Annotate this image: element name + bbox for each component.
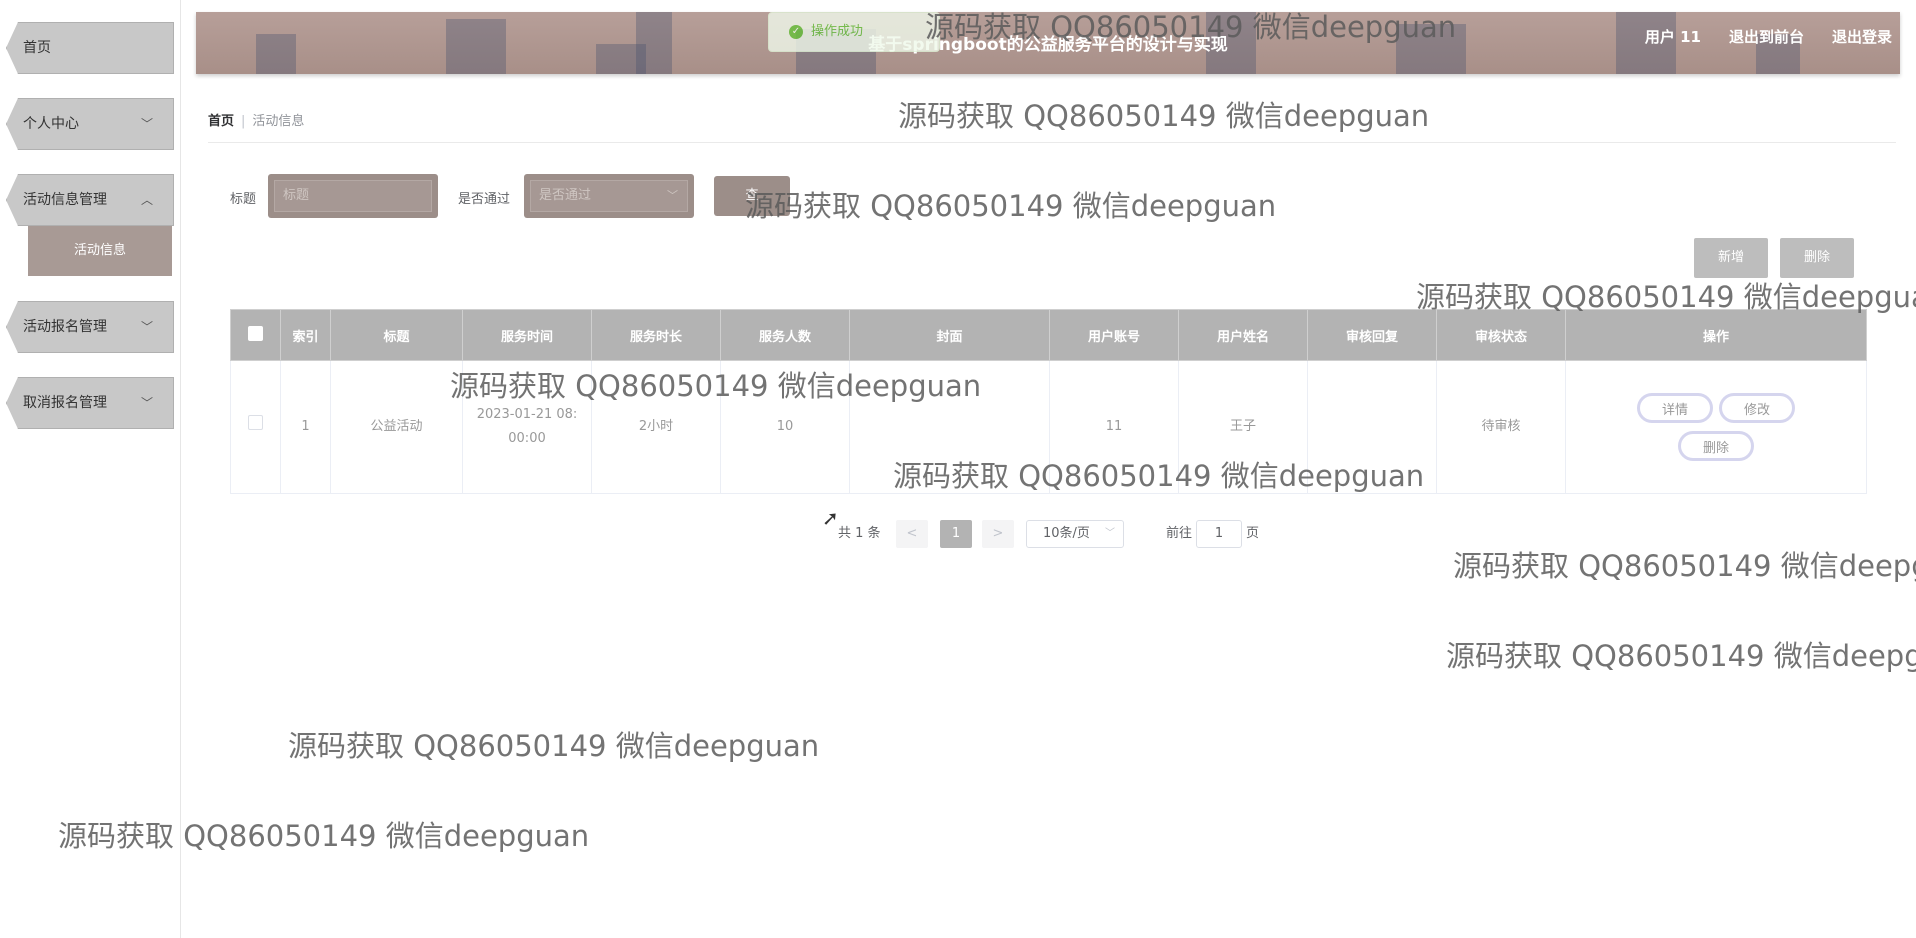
- logout-link[interactable]: 退出登录: [1832, 26, 1892, 47]
- column-header: 用户姓名: [1178, 309, 1308, 361]
- cell-operations: 详情 修改 删除: [1565, 360, 1867, 494]
- toast-text: 操作成功: [811, 24, 864, 39]
- chevron-down-icon: ﹀: [140, 117, 153, 131]
- goto-label: 前往: [1166, 526, 1193, 541]
- chevron-down-icon: ﹀: [140, 396, 153, 410]
- sidebar-item-cancel-management[interactable]: 取消报名管理 ﹀: [6, 377, 174, 429]
- prev-page-button[interactable]: <: [896, 520, 928, 548]
- cell-index: 1: [280, 360, 331, 494]
- edit-button[interactable]: 修改: [1719, 393, 1795, 423]
- watermark: 源码获取 QQ86050149 微信deepguan: [893, 459, 1425, 493]
- column-header: 审核状态: [1436, 309, 1566, 361]
- title-search-input[interactable]: 标题: [274, 180, 432, 212]
- column-header: 封面: [849, 309, 1050, 361]
- watermark: 源码获取 QQ86050149 微信deepguan: [898, 99, 1430, 133]
- pass-filter-label: 是否通过: [458, 192, 511, 207]
- select-all-checkbox[interactable]: [248, 325, 263, 341]
- service-time-date: 2023-01-21 08:: [476, 407, 578, 422]
- table-header-row: 索引 标题 服务时间 服务时长 服务人数 封面 用户账号 用户姓名 审核回复 审…: [230, 309, 1867, 361]
- sidebar-item-label: 活动报名管理: [23, 319, 107, 335]
- title-filter-label: 标题: [230, 192, 257, 207]
- success-toast: ✓ 操作成功: [768, 12, 940, 52]
- watermark: 源码获取 QQ86050149 微信deepguan: [1416, 280, 1916, 314]
- sidebar-item-label: 个人中心: [23, 116, 79, 132]
- chevron-down-icon: ﹀: [140, 320, 153, 334]
- column-header: 用户账号: [1049, 309, 1179, 361]
- watermark: 源码获取 QQ86050149 微信deepguan: [288, 729, 820, 763]
- sidebar-item-label: 活动信息管理: [23, 192, 107, 208]
- mouse-cursor-icon: ➚: [822, 506, 839, 530]
- column-header: 索引: [280, 309, 331, 361]
- chevron-down-icon: ﹀: [667, 189, 678, 202]
- total-count: 共 1 条: [838, 526, 881, 541]
- goto-page-input[interactable]: 1: [1196, 520, 1242, 548]
- row-checkbox[interactable]: [248, 415, 263, 430]
- column-header: 服务时间: [462, 309, 592, 361]
- breadcrumb-home[interactable]: 首页: [208, 114, 234, 129]
- column-header: 操作: [1565, 309, 1867, 361]
- cell-status: 待审核: [1436, 360, 1566, 494]
- pass-select-field[interactable]: 是否通过 ﹀: [524, 174, 694, 218]
- watermark: 源码获取 QQ86050149 微信deepguan: [1446, 639, 1916, 673]
- add-button[interactable]: 新增: [1694, 238, 1768, 278]
- select-all-cell: [230, 309, 281, 361]
- breadcrumb: 首页 | 活动信息: [208, 110, 304, 129]
- page-size-select[interactable]: 10条/页 ﹀: [1026, 520, 1124, 548]
- page-number-button[interactable]: 1: [940, 520, 972, 548]
- sidebar-item-activity-management[interactable]: 活动信息管理 ︿: [6, 174, 174, 226]
- column-header: 服务人数: [720, 309, 850, 361]
- breadcrumb-separator: |: [241, 114, 246, 129]
- column-header: 服务时长: [591, 309, 721, 361]
- next-page-button[interactable]: >: [982, 520, 1014, 548]
- pass-select[interactable]: 是否通过: [530, 180, 688, 212]
- title-search-field[interactable]: 标题: [268, 174, 438, 218]
- goto-suffix: 页: [1246, 526, 1260, 541]
- row-select-cell: [230, 360, 281, 494]
- watermark: 源码获取 QQ86050149 微信deepguan: [450, 369, 982, 403]
- user-name-link[interactable]: 用户 11: [1645, 26, 1701, 47]
- header-links: 用户 11 退出到前台 退出登录: [1645, 26, 1892, 47]
- sidebar-item-label: 取消报名管理: [23, 395, 107, 411]
- page-size-value: 10条/页: [1043, 526, 1090, 541]
- check-circle-icon: ✓: [789, 24, 803, 39]
- service-time-clock: 00:00: [508, 431, 546, 446]
- chevron-up-icon: ︿: [140, 193, 153, 207]
- column-header: 标题: [330, 309, 463, 361]
- chevron-down-icon: ﹀: [1105, 528, 1115, 539]
- sidebar-item-label: 首页: [23, 40, 51, 56]
- breadcrumb-current: 活动信息: [252, 114, 305, 129]
- detail-button[interactable]: 详情: [1637, 393, 1713, 423]
- watermark: 源码获取 QQ86050149 微信deepguan: [58, 819, 590, 853]
- sidebar-subitem-activity-info[interactable]: 活动信息: [28, 226, 172, 276]
- sidebar-item-personal-center[interactable]: 个人中心 ﹀: [6, 98, 174, 150]
- watermark: 源码获取 QQ86050149 微信deepguan: [1453, 549, 1916, 583]
- cell-title: 公益活动: [330, 360, 463, 494]
- divider: [208, 142, 1896, 143]
- sidebar: 首页 个人中心 ﹀ 活动信息管理 ︿ 活动信息 活动报名管理 ﹀ 取消报名管理 …: [0, 0, 181, 938]
- sidebar-item-signup-management[interactable]: 活动报名管理 ﹀: [6, 301, 174, 353]
- back-to-frontend-link[interactable]: 退出到前台: [1729, 26, 1804, 47]
- batch-delete-button[interactable]: 删除: [1780, 238, 1854, 278]
- watermark: 源码获取 QQ86050149 微信deepguan: [745, 189, 1277, 223]
- delete-button[interactable]: 删除: [1678, 431, 1754, 461]
- sidebar-item-home[interactable]: 首页: [6, 22, 174, 74]
- watermark: 源码获取 QQ86050149 微信deepguan: [925, 10, 1457, 44]
- column-header: 审核回复: [1307, 309, 1437, 361]
